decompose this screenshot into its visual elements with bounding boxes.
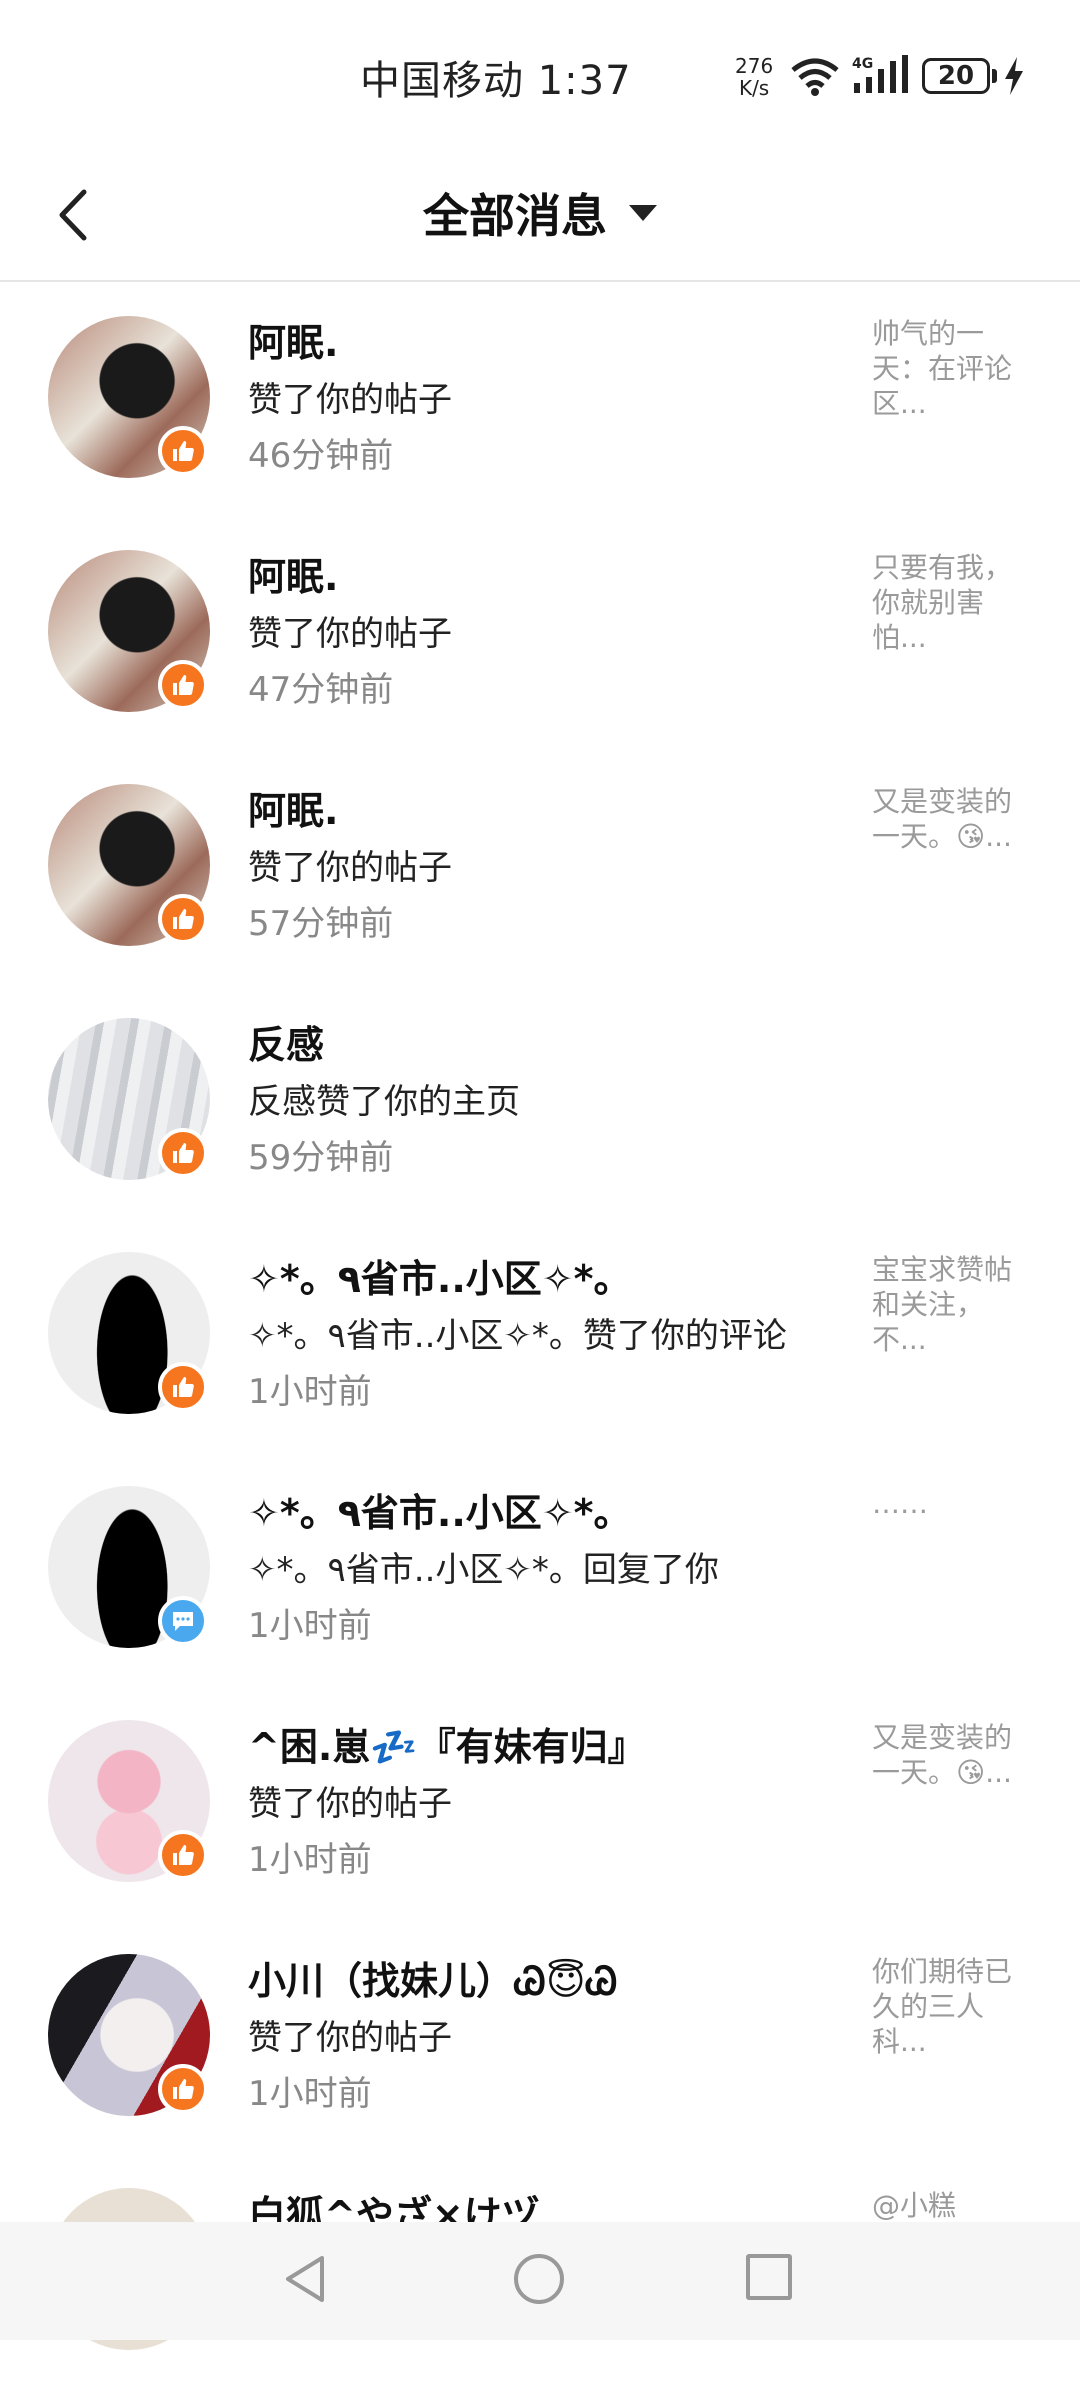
thumbs-up-icon [158,2064,208,2114]
thumbs-up-icon [158,660,208,710]
network-type: 4G [852,56,873,72]
post-preview[interactable]: @小糕 [872,2188,1032,2223]
message-action: 赞了你的帖子 [248,1784,452,1824]
message-time: 57分钟前 [248,904,394,944]
message-action: 反感赞了你的主页 [248,1082,520,1122]
thumbs-up-icon [158,1362,208,1412]
battery-icon: 20 [922,58,990,94]
sender-name: 阿眠. [248,321,339,365]
message-time: 1小时前 [248,1840,372,1880]
message-item[interactable]: 阿眠. 赞了你的帖子 57分钟前 又是变装的一天。😘... [0,750,1080,984]
post-preview[interactable]: 又是变装的一天。😘... [872,784,1032,854]
message-action: 赞了你的帖子 [248,848,452,888]
sender-name: 反感 [248,1023,325,1067]
message-time: 1小时前 [248,2074,372,2114]
message-item[interactable]: 小川（找妹儿）Ꮚ😇Ꮚ 赞了你的帖子 1小时前 你们期待已久的三人科... [0,1920,1080,2154]
speed-value: 276 [735,54,774,78]
post-preview[interactable]: 你们期待已久的三人科... [872,1954,1032,2059]
message-action: ✧*。٩省市..小区✧*。赞了你的评论 [248,1316,787,1356]
post-preview[interactable]: 宝宝求赞帖和关注，不... [872,1252,1032,1357]
sender-name: 阿眠. [248,555,339,599]
nav-home-icon[interactable] [514,2254,564,2304]
message-item[interactable]: ✧*。٩省市..小区✧*。 ✧*。٩省市..小区✧*。回复了你 1小时前 …… [0,1452,1080,1686]
message-action: ✧*。٩省市..小区✧*。回复了你 [248,1550,719,1590]
thumbs-up-icon [158,1830,208,1880]
sender-name: ✧*。٩省市..小区✧*。 [248,1257,632,1301]
sender-name: 小川（找妹儿）Ꮚ😇Ꮚ [248,1959,618,2003]
header-bar: 全部消息 [0,150,1080,282]
message-action: 赞了你的帖子 [248,2018,452,2058]
post-preview[interactable]: …… [872,1486,1032,1521]
wifi-icon [791,58,839,96]
message-item[interactable]: 反感反感赞了你的主页 59分钟前 [0,984,1080,1218]
message-item[interactable]: 阿眠. 赞了你的帖子 47分钟前 只要有我，你就别害怕... [0,516,1080,750]
sender-name: ^困.崽💤『有妹有归』 [248,1725,646,1769]
message-item[interactable]: ✧*。٩省市..小区✧*。 ✧*。٩省市..小区✧*。赞了你的评论 1小时前 宝宝求赞… [0,1218,1080,1452]
message-time: 47分钟前 [248,670,394,710]
nav-recents-icon[interactable] [746,2254,792,2300]
title-dropdown[interactable]: 全部消息 [0,180,1080,246]
sender-name: 阿眠. [248,789,339,833]
carrier-time: 中国移动 1:37 [360,58,632,104]
message-time: 46分钟前 [248,436,394,476]
thumbs-up-icon [158,426,208,476]
message-action: 赞了你的帖子 [248,614,452,654]
status-bar: 中国移动 1:37 276 K/s 4G 20 [0,0,1080,150]
post-preview[interactable]: 帅气的一天：在评论区... [872,316,1032,421]
battery-tip [992,69,997,83]
message-item[interactable]: ^困.崽💤『有妹有归』赞了你的帖子 1小时前 又是变装的一天。😘... [0,1686,1080,1920]
message-time: 1小时前 [248,1372,372,1412]
post-preview[interactable]: 又是变装的一天。😘... [872,1720,1032,1790]
thumbs-up-icon [158,1128,208,1178]
page-title[interactable]: 全部消息 [423,180,607,246]
comment-icon [158,1596,208,1646]
message-action: 赞了你的帖子 [248,380,452,420]
post-preview[interactable]: 只要有我，你就别害怕... [872,550,1032,655]
charging-bolt-icon [1005,57,1023,95]
signal-icon: 4G [852,55,908,93]
nav-back-icon[interactable] [282,2254,332,2304]
system-nav-bar [0,2222,1080,2340]
sender-name: ✧*。٩省市..小区✧*。 [248,1491,632,1535]
battery-level: 20 [937,61,975,91]
network-speed: 276 K/s [735,55,773,99]
speed-unit: K/s [738,76,770,100]
thumbs-up-icon [158,894,208,944]
caret-down-icon[interactable] [629,205,657,221]
message-item[interactable]: 阿眠. 赞了你的帖子 46分钟前 帅气的一天：在评论区... [0,282,1080,516]
message-time: 59分钟前 [248,1138,394,1178]
message-time: 1小时前 [248,1606,372,1646]
